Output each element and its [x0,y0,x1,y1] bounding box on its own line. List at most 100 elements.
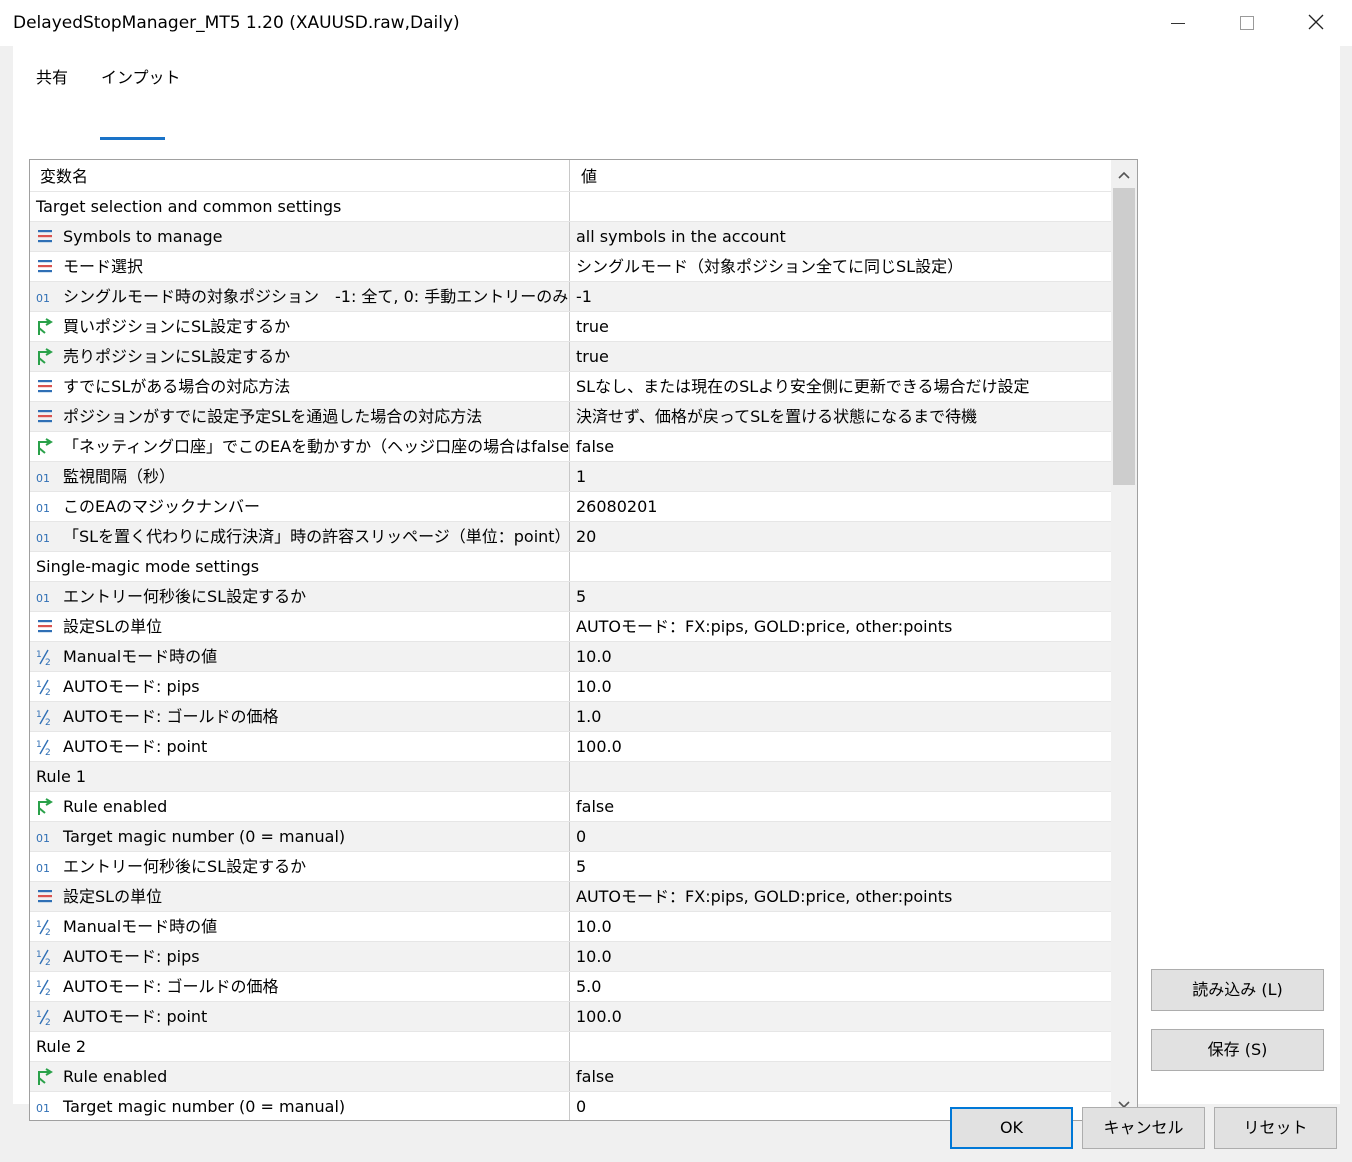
parameter-name-cell[interactable]: 01 Target magic number (0 = manual) [30,822,570,851]
parameter-row[interactable]: 01 Target magic number (0 = manual) 0 [30,822,1111,852]
dialog-client-area: 共有 インプット 変数名 値 Target selection and comm… [0,46,1352,1162]
parameter-name-cell[interactable]: 1 2 AUTOモード: point [30,732,570,761]
parameter-value-cell[interactable]: 1.0 [570,702,1111,731]
parameter-value-cell[interactable]: -1 [570,282,1111,311]
group-header-row[interactable]: Rule 1 [30,762,1111,792]
reset-button[interactable]: リセット [1214,1107,1337,1149]
parameter-row[interactable]: 売りポジションにSL設定するか true [30,342,1111,372]
parameter-row[interactable]: 買いポジションにSL設定するか true [30,312,1111,342]
parameter-row[interactable]: モード選択 シングルモード（対象ポジション全てに同じSL設定） [30,252,1111,282]
parameter-name-cell[interactable]: 売りポジションにSL設定するか [30,342,570,371]
parameter-name-cell[interactable]: 01 このEAのマジックナンバー [30,492,570,521]
parameter-name-cell[interactable]: 設定SLの単位 [30,882,570,911]
parameter-value-cell[interactable]: false [570,792,1111,821]
parameter-name-cell[interactable]: 1 2 AUTOモード: ゴールドの価格 [30,702,570,731]
close-button[interactable] [1282,0,1350,46]
vertical-scrollbar[interactable] [1111,160,1137,1120]
parameter-row[interactable]: Rule enabled false [30,792,1111,822]
parameter-value-cell[interactable]: AUTOモード：FX:pips, GOLD:price, other:point… [570,882,1111,911]
parameter-row[interactable]: 1 2 Manualモード時の値 10.0 [30,912,1111,942]
parameter-name-cell[interactable]: すでにSLがある場合の対応方法 [30,372,570,401]
parameter-row[interactable]: 1 2 AUTOモード: ゴールドの価格 1.0 [30,702,1111,732]
parameter-row[interactable]: 01 エントリー何秒後にSL設定するか 5 [30,582,1111,612]
group-header-row[interactable]: Target selection and common settings [30,192,1111,222]
parameter-row[interactable]: 01 エントリー何秒後にSL設定するか 5 [30,852,1111,882]
parameter-value-cell[interactable]: 100.0 [570,732,1111,761]
header-name-cell[interactable]: 変数名 [30,160,570,191]
maximize-button[interactable] [1212,0,1280,46]
parameter-name-cell[interactable]: ポジションがすでに設定予定SLを通過した場合の対応方法 [30,402,570,431]
tab-share[interactable]: 共有 [36,64,68,88]
header-value-cell[interactable]: 値 [570,160,1111,191]
parameter-value-cell[interactable]: false [570,432,1111,461]
load-button[interactable]: 読み込み (L) [1151,969,1324,1011]
parameter-name-cell[interactable]: 1 2 AUTOモード: point [30,1002,570,1031]
parameter-value-cell[interactable]: 10.0 [570,912,1111,941]
minimize-button[interactable] [1144,0,1212,46]
parameter-name-cell[interactable]: Symbols to manage [30,222,570,251]
group-header-row[interactable]: Single-magic mode settings [30,552,1111,582]
parameter-name-cell[interactable]: 01 監視間隔（秒） [30,462,570,491]
parameter-value-cell[interactable]: 10.0 [570,672,1111,701]
parameter-name-cell[interactable]: モード選択 [30,252,570,281]
parameter-name-cell[interactable]: 1 2 AUTOモード: pips [30,672,570,701]
parameter-value-cell[interactable]: all symbols in the account [570,222,1111,251]
parameter-value-cell[interactable]: AUTOモード：FX:pips, GOLD:price, other:point… [570,612,1111,641]
parameter-name-cell[interactable]: 「ネッティング口座」でこのEAを動かすか（ヘッジ口座の場合はfalse） [30,432,570,461]
parameter-row[interactable]: 「ネッティング口座」でこのEAを動かすか（ヘッジ口座の場合はfalse） fals… [30,432,1111,462]
ok-button[interactable]: OK [950,1107,1073,1149]
parameter-row[interactable]: すでにSLがある場合の対応方法 SLなし、または現在のSLより安全側に更新できる場… [30,372,1111,402]
parameter-value-cell[interactable]: true [570,312,1111,341]
parameter-row[interactable]: Rule enabled false [30,1062,1111,1092]
parameter-name-cell[interactable]: Rule enabled [30,792,570,821]
parameter-row[interactable]: 1 2 AUTOモード: ゴールドの価格 5.0 [30,972,1111,1002]
parameter-value-cell[interactable]: SLなし、または現在のSLより安全側に更新できる場合だけ設定 [570,372,1111,401]
parameter-value-cell[interactable]: 0 [570,822,1111,851]
parameter-value-cell[interactable]: 1 [570,462,1111,491]
parameter-name-cell[interactable]: 1 2 Manualモード時の値 [30,642,570,671]
parameter-name-cell[interactable]: 設定SLの単位 [30,612,570,641]
parameter-name-cell[interactable]: 1 2 AUTOモード: ゴールドの価格 [30,972,570,1001]
parameter-value-cell[interactable]: 決済せず、価格が戻ってSLを置ける状態になるまで待機 [570,402,1111,431]
cancel-button[interactable]: キャンセル [1082,1107,1205,1149]
parameter-value-cell[interactable]: true [570,342,1111,371]
parameter-row[interactable]: 01 シングルモード時の対象ポジション -1: 全て, 0: 手動エントリーのみ,… [30,282,1111,312]
parameter-row[interactable]: 01 このEAのマジックナンバー 26080201 [30,492,1111,522]
parameter-row[interactable]: 設定SLの単位 AUTOモード：FX:pips, GOLD:price, othe… [30,882,1111,912]
save-button[interactable]: 保存 (S) [1151,1029,1324,1071]
parameter-name-cell[interactable]: Rule enabled [30,1062,570,1091]
parameter-row[interactable]: 1 2 AUTOモード: pips 10.0 [30,672,1111,702]
parameter-name-cell[interactable]: 01 エントリー何秒後にSL設定するか [30,852,570,881]
parameter-name-cell[interactable]: 1 2 AUTOモード: pips [30,942,570,971]
parameter-row[interactable]: 01 Target magic number (0 = manual) 0 [30,1092,1111,1120]
parameter-value-cell[interactable]: 20 [570,522,1111,551]
parameter-value-cell[interactable]: 26080201 [570,492,1111,521]
parameter-row[interactable]: 01 監視間隔（秒） 1 [30,462,1111,492]
parameter-row[interactable]: 1 2 AUTOモード: point 100.0 [30,732,1111,762]
parameter-value-cell[interactable]: 100.0 [570,1002,1111,1031]
parameter-row[interactable]: 1 2 AUTOモード: pips 10.0 [30,942,1111,972]
parameter-name-cell[interactable]: 1 2 Manualモード時の値 [30,912,570,941]
parameter-name-cell[interactable]: 01 エントリー何秒後にSL設定するか [30,582,570,611]
group-header-row[interactable]: Rule 2 [30,1032,1111,1062]
parameter-value-cell[interactable]: false [570,1062,1111,1091]
parameter-value-cell[interactable]: 10.0 [570,942,1111,971]
parameter-value-cell[interactable]: 10.0 [570,642,1111,671]
parameter-name-cell[interactable]: 01 「SLを置く代わりに成行決済」時の許容スリッページ（単位：point） [30,522,570,551]
parameter-row[interactable]: 1 2 Manualモード時の値 10.0 [30,642,1111,672]
parameter-row[interactable]: 設定SLの単位 AUTOモード：FX:pips, GOLD:price, othe… [30,612,1111,642]
parameter-name-cell[interactable]: 01 Target magic number (0 = manual) [30,1092,570,1120]
parameter-row[interactable]: Symbols to manage all symbols in the acco… [30,222,1111,252]
parameter-row[interactable]: 01 「SLを置く代わりに成行決済」時の許容スリッページ（単位：point） 20 [30,522,1111,552]
parameter-name-cell[interactable]: 01 シングルモード時の対象ポジション -1: 全て, 0: 手動エントリーのみ,… [30,282,570,311]
parameter-row[interactable]: ポジションがすでに設定予定SLを通過した場合の対応方法 決済せず、価格が戻ってSL… [30,402,1111,432]
parameter-value-cell[interactable]: 5 [570,852,1111,881]
parameter-value-cell[interactable]: シングルモード（対象ポジション全てに同じSL設定） [570,252,1111,281]
scroll-up-button[interactable] [1111,162,1137,188]
parameter-value-cell[interactable]: 5 [570,582,1111,611]
scrollbar-thumb[interactable] [1113,188,1135,485]
parameter-row[interactable]: 1 2 AUTOモード: point 100.0 [30,1002,1111,1032]
tab-input[interactable]: インプット [101,64,181,88]
parameter-name-cell[interactable]: 買いポジションにSL設定するか [30,312,570,341]
parameter-value-cell[interactable]: 5.0 [570,972,1111,1001]
